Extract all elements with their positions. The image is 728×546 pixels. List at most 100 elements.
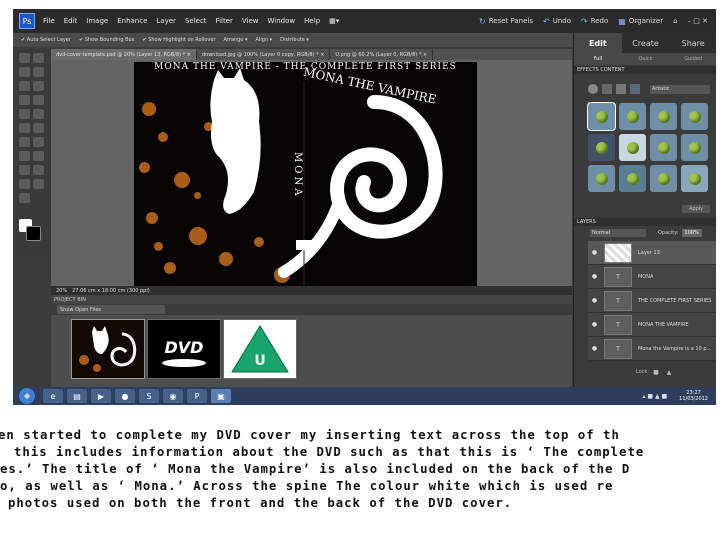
layer-row[interactable]: ● T Mona the Vampire is a 10 p...: [588, 337, 716, 361]
menu-window[interactable]: Window: [268, 17, 296, 25]
canvas-area[interactable]: MONA THE VAMPIRE - THE COMPLETE FIRST SE…: [51, 60, 572, 286]
healing-brush-tool-icon[interactable]: [33, 123, 44, 133]
distribute-dropdown[interactable]: Distribute ▾: [280, 37, 309, 43]
chrome-icon[interactable]: ◉: [163, 389, 183, 403]
tab-guided[interactable]: Guided: [669, 53, 716, 65]
layer-row[interactable]: ● T MONA THE VAMPIRE: [588, 313, 716, 337]
undo-button[interactable]: ↶ Undo: [543, 17, 571, 26]
eraser-tool-icon[interactable]: [19, 151, 30, 161]
filters-icon[interactable]: [588, 84, 598, 94]
doc-tab-dvd-cover[interactable]: dvd-cover-template.psd @ 20% (Layer 13, …: [51, 49, 197, 60]
gradient-tool-icon[interactable]: [33, 165, 44, 175]
home-icon[interactable]: ⌂: [673, 17, 677, 25]
menu-file[interactable]: File: [43, 17, 55, 25]
photo-effects-icon[interactable]: [616, 84, 626, 94]
visibility-eye-icon[interactable]: ●: [590, 272, 599, 281]
marquee-tool-icon[interactable]: [19, 81, 30, 91]
opacity-input[interactable]: 100%: [681, 229, 702, 237]
project-bin-select[interactable]: Show Open Files: [57, 305, 165, 314]
workspace-icon[interactable]: ▦▾: [329, 17, 339, 25]
layer-row[interactable]: ● T MONA: [588, 265, 716, 289]
bin-thumb-dvd-logo[interactable]: DVD: [147, 319, 221, 379]
hand-tool-icon[interactable]: [19, 67, 30, 77]
visibility-eye-icon[interactable]: ●: [590, 248, 599, 257]
clock[interactable]: 23:27 11/03/2012: [679, 390, 708, 402]
visibility-eye-icon[interactable]: ●: [590, 320, 599, 329]
bounding-box-checkbox[interactable]: ✔ Show Bounding Box: [79, 37, 134, 43]
bin-thumb-u-rating[interactable]: U: [223, 319, 297, 379]
layer-row[interactable]: ● Layer 13: [588, 241, 716, 265]
lock-icon[interactable]: ■: [653, 369, 659, 376]
effect-swatch[interactable]: [588, 165, 615, 192]
arrange-dropdown[interactable]: Arrange ▾: [224, 37, 248, 43]
window-controls[interactable]: – □ ✕: [688, 17, 708, 25]
quick-selection-tool-icon[interactable]: [19, 95, 30, 105]
align-dropdown[interactable]: Align ▾: [256, 37, 273, 43]
background-color-swatch[interactable]: [26, 226, 41, 241]
media-player-icon[interactable]: ▶: [91, 389, 111, 403]
media-center-icon[interactable]: ●: [115, 389, 135, 403]
menu-enhance[interactable]: Enhance: [117, 17, 147, 25]
blur-tool-icon[interactable]: [33, 179, 44, 189]
doc-tab-download[interactable]: download.jpg @ 100% (Layer 0 copy, RGB/8…: [197, 49, 331, 60]
clone-stamp-tool-icon[interactable]: [19, 137, 30, 147]
skype-icon[interactable]: S: [139, 389, 159, 403]
shape-tool-icon[interactable]: [19, 179, 30, 189]
move-tool-icon[interactable]: [19, 53, 30, 63]
crop-tool-icon[interactable]: [33, 109, 44, 119]
effect-swatch[interactable]: [619, 165, 646, 192]
effect-swatch[interactable]: [681, 103, 708, 130]
menu-select[interactable]: Select: [185, 17, 207, 25]
trash-icon[interactable]: ▲: [667, 369, 672, 376]
effect-swatch[interactable]: [650, 134, 677, 161]
effect-swatch[interactable]: [650, 103, 677, 130]
tab-share[interactable]: Share: [669, 33, 716, 53]
menu-edit[interactable]: Edit: [64, 17, 78, 25]
apply-button[interactable]: Apply: [682, 205, 710, 213]
tab-full[interactable]: Full: [574, 53, 622, 65]
file-explorer-icon[interactable]: ▤: [67, 389, 87, 403]
effect-swatch[interactable]: [619, 134, 646, 161]
dvd-cover-artwork[interactable]: MONA THE VAMPIRE - THE COMPLETE FIRST SE…: [134, 62, 477, 286]
internet-explorer-icon[interactable]: e: [43, 389, 63, 403]
menu-image[interactable]: Image: [86, 17, 108, 25]
eyedropper-tool-icon[interactable]: [33, 67, 44, 77]
lasso-tool-icon[interactable]: [33, 81, 44, 91]
effect-swatch[interactable]: [650, 165, 677, 192]
tab-create[interactable]: Create: [622, 33, 670, 53]
effect-swatch[interactable]: [588, 134, 615, 161]
menu-view[interactable]: View: [242, 17, 259, 25]
effects-category-dropdown[interactable]: Artistic: [650, 84, 710, 94]
visibility-eye-icon[interactable]: ●: [590, 344, 599, 353]
tab-quick[interactable]: Quick: [622, 53, 670, 65]
styles-icon[interactable]: [602, 84, 612, 94]
effect-swatch[interactable]: [587, 102, 616, 131]
bin-thumb-dvd-cover[interactable]: [71, 319, 145, 379]
effect-swatch[interactable]: [681, 134, 708, 161]
menu-layer[interactable]: Layer: [156, 17, 176, 25]
doc-tab-u-png[interactable]: U.png @ 60.2% (Layer 0, RGB/8) * ×: [330, 49, 434, 60]
tray-icons[interactable]: ▴ ■ ▲ ■: [642, 393, 667, 400]
zoom-level[interactable]: 20%: [56, 288, 67, 294]
paint-bucket-tool-icon[interactable]: [19, 165, 30, 175]
layer-styles-icon[interactable]: [630, 84, 640, 94]
visibility-eye-icon[interactable]: ●: [590, 296, 599, 305]
effect-swatch[interactable]: [619, 103, 646, 130]
type-tool-icon[interactable]: [19, 109, 30, 119]
powerpoint-icon[interactable]: P: [187, 389, 207, 403]
blend-mode-dropdown[interactable]: Normal: [590, 229, 646, 237]
auto-select-checkbox[interactable]: ✔ Auto Select Layer: [21, 37, 71, 43]
pencil-tool-icon[interactable]: [33, 137, 44, 147]
zoom-tool-icon[interactable]: [33, 53, 44, 63]
organizer-button[interactable]: ▦ Organizer: [618, 17, 663, 26]
photoshop-elements-taskbar-icon[interactable]: ▣: [211, 389, 231, 403]
magic-wand-tool-icon[interactable]: [33, 95, 44, 105]
menu-filter[interactable]: Filter: [216, 17, 233, 25]
menu-help[interactable]: Help: [304, 17, 320, 25]
start-button-icon[interactable]: ❖: [19, 388, 35, 404]
red-eye-tool-icon[interactable]: [19, 123, 30, 133]
layer-row[interactable]: ● T THE COMPLETE FIRST SERIES: [588, 289, 716, 313]
brush-tool-icon[interactable]: [33, 151, 44, 161]
highlight-checkbox[interactable]: ✔ Show Highlight on Rollover: [142, 37, 215, 43]
sponge-tool-icon[interactable]: [19, 193, 30, 203]
